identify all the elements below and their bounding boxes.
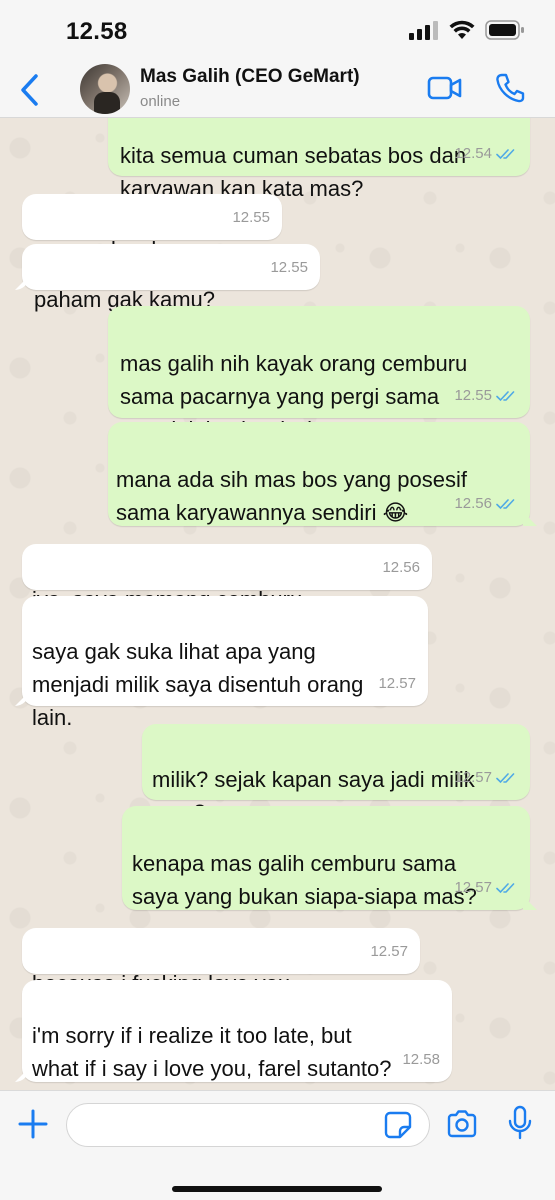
message-outgoing[interactable]: milik? sejak kapan saya jadi milik mas? … (142, 724, 530, 825)
message-outgoing[interactable]: kita semua cuman sebatas bos dan karyawa… (108, 118, 530, 201)
sticker-icon (384, 1111, 412, 1139)
message-text: saya gak suka lihat apa yang menjadi mil… (32, 639, 364, 730)
chat-header: Mas Galih (CEO GeMart) online (0, 62, 555, 118)
message-input[interactable] (66, 1103, 430, 1147)
message-meta: 12.57 (370, 935, 408, 968)
wifi-icon (449, 20, 475, 39)
attach-button[interactable] (16, 1107, 50, 1141)
video-call-button[interactable] (427, 74, 463, 102)
message-meta: 12.57 (454, 871, 518, 904)
status-time: 12.58 (66, 18, 128, 45)
message-time: 12.57 (454, 879, 492, 896)
phone-icon (496, 73, 525, 103)
chevron-left-icon (21, 74, 38, 106)
message-incoming[interactable]: paham gak kamu? 12.55 (22, 244, 320, 312)
message-meta: 12.58 (402, 1043, 440, 1076)
message-time: 12.58 (402, 1051, 440, 1068)
read-receipt-icon (496, 148, 515, 159)
message-time: 12.57 (454, 769, 492, 786)
message-incoming[interactable]: i'm sorry if i realize it too late, but … (22, 980, 452, 1082)
contact-status: online (140, 93, 181, 110)
message-time: 12.57 (378, 675, 416, 692)
contact-avatar[interactable] (80, 64, 130, 114)
message-time: 12.54 (454, 145, 492, 162)
status-icons (409, 20, 525, 40)
voice-call-button[interactable] (495, 72, 525, 104)
message-meta: 12.55 (454, 379, 518, 412)
message-meta: 12.56 (454, 487, 518, 520)
status-bar: 12.58 (0, 0, 555, 62)
read-receipt-icon (496, 772, 515, 783)
message-outgoing[interactable]: mana ada sih mas bos yang posesif sama k… (108, 422, 530, 526)
message-incoming[interactable]: iya, saya memang cemburu. 12.56 (22, 544, 432, 612)
signal-icon (409, 21, 438, 40)
message-time: 12.55 (232, 209, 270, 226)
message-outgoing[interactable]: kenapa mas galih cemburu sama saya yang … (122, 806, 530, 910)
message-meta: 12.54 (454, 137, 518, 170)
read-receipt-icon (496, 390, 515, 401)
message-outgoing[interactable]: mas galih nih kayak orang cemburu sama p… (108, 306, 530, 442)
message-incoming[interactable]: saya gak suka lihat apa yang menjadi mil… (22, 596, 428, 730)
message-meta: 12.55 (270, 251, 308, 284)
sticker-button[interactable] (384, 1111, 412, 1139)
camera-button[interactable] (446, 1109, 478, 1139)
message-incoming[interactable]: saya gak suka. 12.55 (22, 194, 282, 262)
message-meta: 12.57 (454, 761, 518, 794)
plus-icon (18, 1109, 48, 1139)
message-time: 12.56 (454, 495, 492, 512)
message-time: 12.55 (454, 387, 492, 404)
message-text: i'm sorry if i realize it too late, but … (32, 1023, 392, 1081)
message-time: 12.57 (370, 943, 408, 960)
microphone-button[interactable] (508, 1105, 532, 1141)
battery-icon (485, 20, 524, 40)
microphone-icon (508, 1105, 532, 1140)
message-time: 12.55 (270, 259, 308, 276)
message-time: 12.56 (382, 559, 420, 576)
read-receipt-icon (496, 882, 515, 893)
input-bar (0, 1090, 555, 1200)
message-meta: 12.55 (232, 201, 270, 234)
video-camera-icon (427, 76, 462, 100)
contact-name[interactable]: Mas Galih (CEO GeMart) (140, 66, 360, 88)
chat-area[interactable]: kita semua cuman sebatas bos dan karyawa… (0, 118, 555, 1090)
read-receipt-icon (496, 498, 515, 509)
message-meta: 12.56 (382, 551, 420, 584)
back-button[interactable] (14, 70, 44, 110)
message-incoming[interactable]: because i fucking love you. 12.57 (22, 928, 420, 996)
camera-icon (447, 1110, 477, 1138)
home-indicator[interactable] (172, 1186, 382, 1192)
message-meta: 12.57 (378, 667, 416, 700)
